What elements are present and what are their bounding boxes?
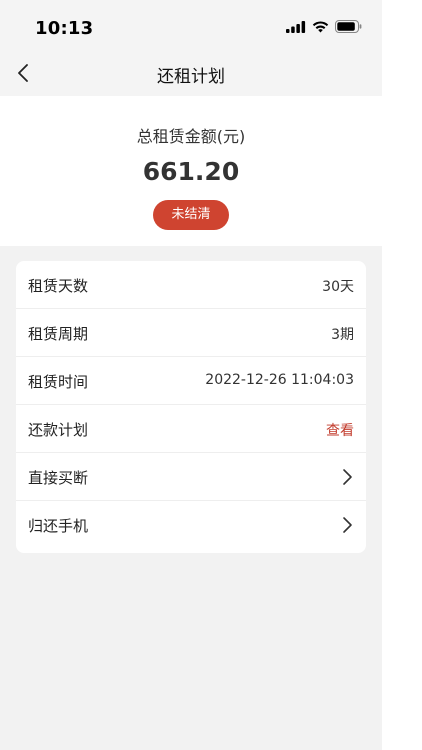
total-amount-value: 661.20 — [142, 157, 240, 186]
wifi-icon — [312, 20, 329, 32]
detail-label: 租赁周期 — [28, 325, 89, 343]
status-time: 10:13 — [35, 18, 94, 39]
total-amount-label: 总租赁金额(元) — [136, 127, 246, 146]
detail-label: 租赁天数 — [28, 277, 89, 295]
detail-row-repayment-plan[interactable]: 还款计划 查看 — [16, 405, 366, 453]
signal-icon — [286, 20, 306, 33]
detail-label: 归还手机 — [28, 517, 89, 535]
page-title: 还租计划 — [157, 67, 225, 87]
detail-row-lease-time: 租赁时间 2022-12-26 11:04:03 — [16, 357, 366, 405]
view-plan-link[interactable]: 查看 — [326, 420, 354, 440]
detail-row-return-phone[interactable]: 归还手机 — [16, 501, 366, 549]
summary-panel: 总租赁金额(元) 661.20 未结清 — [0, 96, 382, 246]
chevron-right-icon — [343, 517, 352, 533]
status-bar: 10:13 — [0, 0, 382, 50]
detail-value: 30天 — [322, 279, 354, 295]
detail-value: 3期 — [331, 327, 354, 343]
status-icons — [286, 20, 362, 33]
detail-row-lease-days: 租赁天数 30天 — [16, 261, 366, 309]
status-badge: 未结清 — [153, 200, 229, 230]
detail-row-buyout[interactable]: 直接买断 — [16, 453, 366, 501]
phone-screen: 10:13 还租计划 总租赁金额(元) 661.20 未结清 租赁天数 30天 … — [0, 0, 382, 750]
chevron-right-icon — [343, 469, 352, 485]
detail-label: 租赁时间 — [28, 373, 89, 391]
nav-bar: 还租计划 — [0, 50, 382, 96]
detail-value: 2022-12-26 11:04:03 — [205, 372, 354, 388]
detail-label: 直接买断 — [28, 469, 89, 487]
details-card: 租赁天数 30天 租赁周期 3期 租赁时间 2022-12-26 11:04:0… — [16, 261, 366, 553]
detail-row-lease-periods: 租赁周期 3期 — [16, 309, 366, 357]
detail-label: 还款计划 — [28, 421, 89, 439]
battery-icon — [335, 20, 362, 33]
